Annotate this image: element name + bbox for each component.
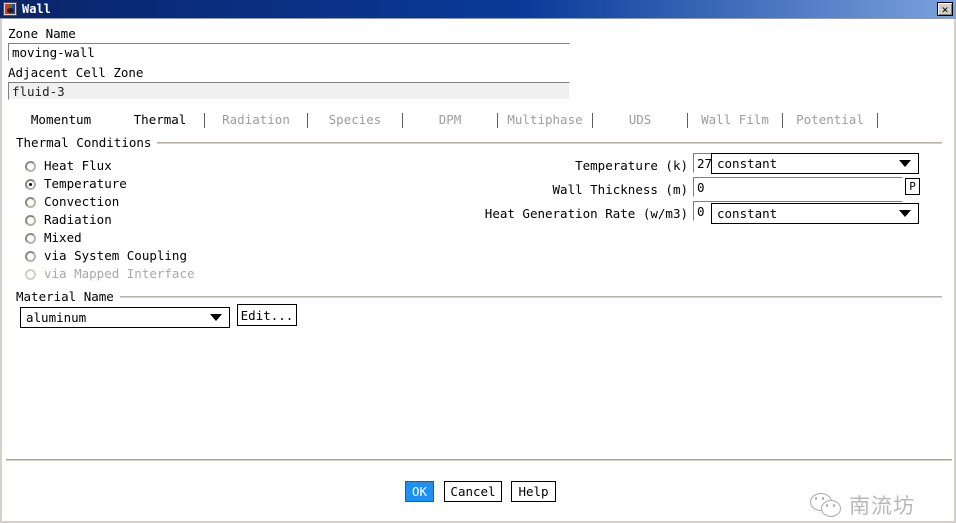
tab-wall-film[interactable]: Wall Film	[688, 112, 782, 128]
tab-dpm[interactable]: DPM	[403, 112, 497, 128]
radio-indicator	[25, 178, 36, 190]
tab-uds[interactable]: UDS	[593, 112, 687, 128]
radio-label: Mixed	[44, 230, 82, 245]
edit-material-button[interactable]: Edit...	[237, 304, 297, 326]
thermal-conditions-group-header: Thermal Conditions	[16, 136, 942, 150]
radio-indicator	[25, 268, 36, 280]
wall-thickness-label: Wall Thickness (m)	[552, 182, 688, 197]
radio-label: Radiation	[44, 212, 112, 227]
material-name-value: aluminum	[26, 310, 87, 325]
cancel-button[interactable]: Cancel	[444, 481, 502, 502]
tab-momentum[interactable]: Momentum	[6, 112, 116, 128]
fluent-app-icon	[3, 2, 17, 16]
radio-mixed[interactable]: Mixed	[25, 230, 82, 246]
group-divider	[157, 142, 942, 144]
tab-thermal[interactable]: Thermal	[116, 112, 204, 128]
radio-label: Temperature	[44, 176, 127, 191]
heat-generation-rate-label: Heat Generation Rate (w/m3)	[484, 206, 688, 221]
adjacent-cell-zone-label: Adjacent Cell Zone	[8, 65, 144, 80]
wall-boundary-condition-dialog: Wall ✕ Zone Name moving-wall Adjacent Ce…	[0, 0, 956, 523]
dialog-body: Zone Name moving-wall Adjacent Cell Zone…	[0, 19, 956, 523]
radio-indicator	[25, 214, 36, 226]
wechat-logo-icon	[810, 491, 844, 519]
zone-name-input[interactable]: moving-wall	[8, 43, 570, 61]
tab-potential[interactable]: Potential	[783, 112, 877, 128]
temperature-method-value: constant	[717, 156, 778, 171]
window-title: Wall	[22, 2, 51, 16]
radio-label: via Mapped Interface	[44, 266, 195, 281]
chevron-down-icon	[899, 160, 911, 167]
heat-generation-method-value: constant	[717, 206, 778, 221]
tab-bar: Momentum Thermal Radiation Species DPM M…	[6, 108, 952, 132]
material-name-dropdown[interactable]: aluminum	[20, 307, 230, 328]
tab-multiphase[interactable]: Multiphase	[498, 112, 592, 128]
window-titlebar[interactable]: Wall ✕	[0, 0, 956, 19]
watermark: 南流坊	[810, 485, 950, 523]
close-icon[interactable]: ✕	[937, 2, 953, 16]
tab-species[interactable]: Species	[308, 112, 402, 128]
heat-generation-method-dropdown[interactable]: constant	[711, 203, 919, 224]
temperature-method-dropdown[interactable]: constant	[711, 153, 919, 174]
radio-temperature[interactable]: Temperature	[25, 176, 127, 192]
material-name-group-header: Material Name	[16, 290, 942, 304]
radio-label: Convection	[44, 194, 120, 209]
watermark-text: 南流坊	[849, 494, 915, 518]
wall-thickness-profile-button[interactable]: P	[905, 178, 920, 195]
ok-button[interactable]: OK	[405, 481, 434, 502]
radio-label: Heat Flux	[44, 158, 112, 173]
thermal-conditions-label: Thermal Conditions	[16, 135, 152, 150]
material-name-label: Material Name	[16, 289, 114, 304]
chevron-down-icon	[210, 314, 222, 321]
chevron-down-icon	[899, 210, 911, 217]
zone-name-label: Zone Name	[8, 26, 76, 41]
radio-convection[interactable]: Convection	[25, 194, 119, 210]
radio-indicator	[25, 232, 36, 244]
adjacent-cell-zone-input: fluid-3	[8, 82, 570, 100]
bottom-divider	[6, 459, 952, 461]
help-button[interactable]: Help	[511, 481, 556, 502]
radio-indicator	[25, 160, 36, 172]
radio-indicator	[25, 250, 36, 262]
radio-heat-flux[interactable]: Heat Flux	[25, 158, 112, 174]
tab-radiation[interactable]: Radiation	[205, 112, 307, 128]
temperature-label: Temperature (k)	[575, 158, 688, 173]
wall-thickness-input[interactable]: 0	[693, 177, 903, 197]
radio-via-mapped-interface: via Mapped Interface	[25, 266, 195, 282]
group-divider	[119, 296, 942, 298]
radio-label: via System Coupling	[44, 248, 187, 263]
radio-via-system-coupling[interactable]: via System Coupling	[25, 248, 187, 264]
radio-radiation[interactable]: Radiation	[25, 212, 112, 228]
tab-separator	[877, 112, 878, 128]
radio-indicator	[25, 196, 36, 208]
